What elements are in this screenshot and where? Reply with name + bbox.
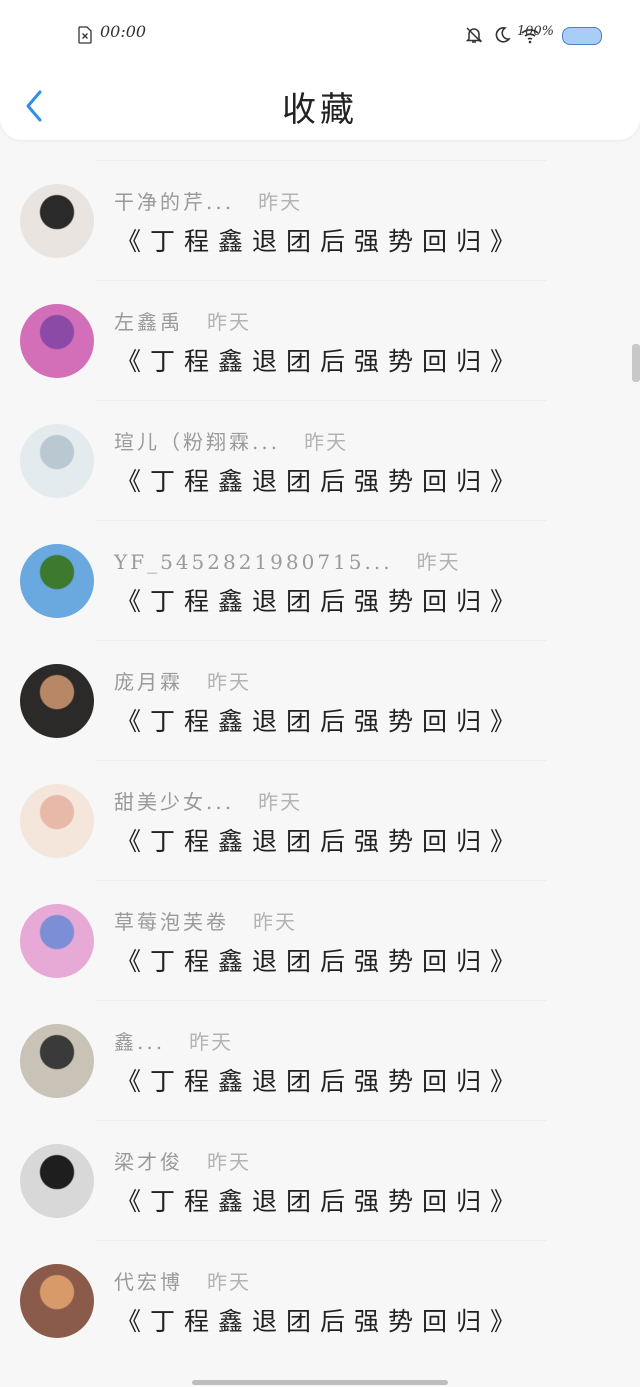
- item-message: 《丁程鑫退团后强势回归》: [116, 467, 525, 496]
- home-indicator[interactable]: [192, 1380, 448, 1385]
- sender-name: YF_5452821980715...: [114, 550, 393, 574]
- avatar: [20, 184, 94, 258]
- item-message: 《丁程鑫退团后强势回归》: [116, 587, 525, 616]
- item-time: 昨天: [207, 670, 251, 694]
- sender-name: 梁才俊: [114, 1150, 183, 1174]
- item-meta: 甜美少女... 昨天: [114, 786, 302, 815]
- bell-off-icon: [465, 27, 483, 43]
- item-meta: YF_5452821980715... 昨天: [114, 546, 461, 575]
- item-meta: 代宏博 昨天: [114, 1266, 251, 1295]
- list-item[interactable]: 左鑫禹 昨天《丁程鑫退团后强势回归》: [0, 280, 640, 400]
- item-meta: 瑄儿（粉翔霖... 昨天: [114, 426, 348, 455]
- list-item[interactable]: 代宏博 昨天《丁程鑫退团后强势回归》: [0, 1240, 640, 1360]
- sim-x-icon: [78, 26, 92, 44]
- avatar: [20, 784, 94, 858]
- item-time: 昨天: [258, 790, 303, 814]
- item-time: 昨天: [189, 1030, 234, 1054]
- avatar: [20, 664, 94, 738]
- item-meta: 鑫... 昨天: [114, 1026, 233, 1055]
- list-item[interactable]: 干净的芹... 昨天《丁程鑫退团后强势回归》: [0, 160, 640, 280]
- avatar: [20, 1144, 94, 1218]
- item-meta: 左鑫禹 昨天: [114, 306, 251, 335]
- battery-icon: [562, 27, 602, 45]
- list-item[interactable]: 庞月霖 昨天《丁程鑫退团后强势回归》: [0, 640, 640, 760]
- moon-icon: [495, 27, 511, 43]
- item-time: 昨天: [416, 550, 461, 574]
- list-item[interactable]: 甜美少女... 昨天《丁程鑫退团后强势回归》: [0, 760, 640, 880]
- item-time: 昨天: [207, 1270, 251, 1294]
- list-item[interactable]: 草莓泡芙卷 昨天《丁程鑫退团后强势回归》: [0, 880, 640, 1000]
- item-time: 昨天: [207, 1150, 251, 1174]
- avatar: [20, 544, 94, 618]
- item-message: 《丁程鑫退团后强势回归》: [116, 1067, 525, 1096]
- item-meta: 干净的芹... 昨天: [114, 186, 302, 215]
- list-item[interactable]: YF_5452821980715... 昨天《丁程鑫退团后强势回归》: [0, 520, 640, 640]
- sender-name: 庞月霖: [114, 670, 183, 694]
- sender-name: 草莓泡芙卷: [114, 910, 229, 934]
- item-message: 《丁程鑫退团后强势回归》: [116, 1307, 525, 1336]
- header: 00:00 100% 收藏: [0, 0, 640, 140]
- item-message: 《丁程鑫退团后强势回归》: [116, 707, 525, 736]
- item-message: 《丁程鑫退团后强势回归》: [116, 827, 525, 856]
- item-message: 《丁程鑫退团后强势回归》: [116, 227, 525, 256]
- sender-name: 左鑫禹: [114, 310, 183, 334]
- item-message: 《丁程鑫退团后强势回归》: [116, 947, 525, 976]
- list-item[interactable]: 瑄儿（粉翔霖... 昨天《丁程鑫退团后强势回归》: [0, 400, 640, 520]
- item-time: 昨天: [258, 190, 303, 214]
- scrollbar[interactable]: [632, 344, 640, 382]
- list-item[interactable]: 梁才俊 昨天《丁程鑫退团后强势回归》: [0, 1120, 640, 1240]
- item-time: 昨天: [304, 430, 349, 454]
- avatar: [20, 1024, 94, 1098]
- sender-name: 甜美少女...: [114, 790, 235, 814]
- sender-name: 干净的芹...: [114, 190, 235, 214]
- item-time: 昨天: [207, 310, 251, 334]
- sender-name: 代宏博: [114, 1270, 183, 1294]
- item-time: 昨天: [253, 910, 297, 934]
- item-message: 《丁程鑫退团后强势回归》: [116, 347, 525, 376]
- avatar: [20, 1264, 94, 1338]
- sender-name: 鑫...: [114, 1030, 166, 1054]
- list-item[interactable]: 鑫... 昨天《丁程鑫退团后强势回归》: [0, 1000, 640, 1120]
- sender-name: 瑄儿（粉翔霖...: [114, 430, 281, 454]
- battery-percent: 100%: [516, 24, 554, 39]
- item-meta: 庞月霖 昨天: [114, 666, 251, 695]
- item-meta: 梁才俊 昨天: [114, 1146, 251, 1175]
- item-message: 《丁程鑫退团后强势回归》: [116, 1187, 525, 1216]
- page-title: 收藏: [282, 90, 358, 130]
- status-time: 00:00: [100, 22, 147, 41]
- item-meta: 草莓泡芙卷 昨天: [114, 906, 297, 935]
- avatar: [20, 304, 94, 378]
- avatar: [20, 904, 94, 978]
- avatar: [20, 424, 94, 498]
